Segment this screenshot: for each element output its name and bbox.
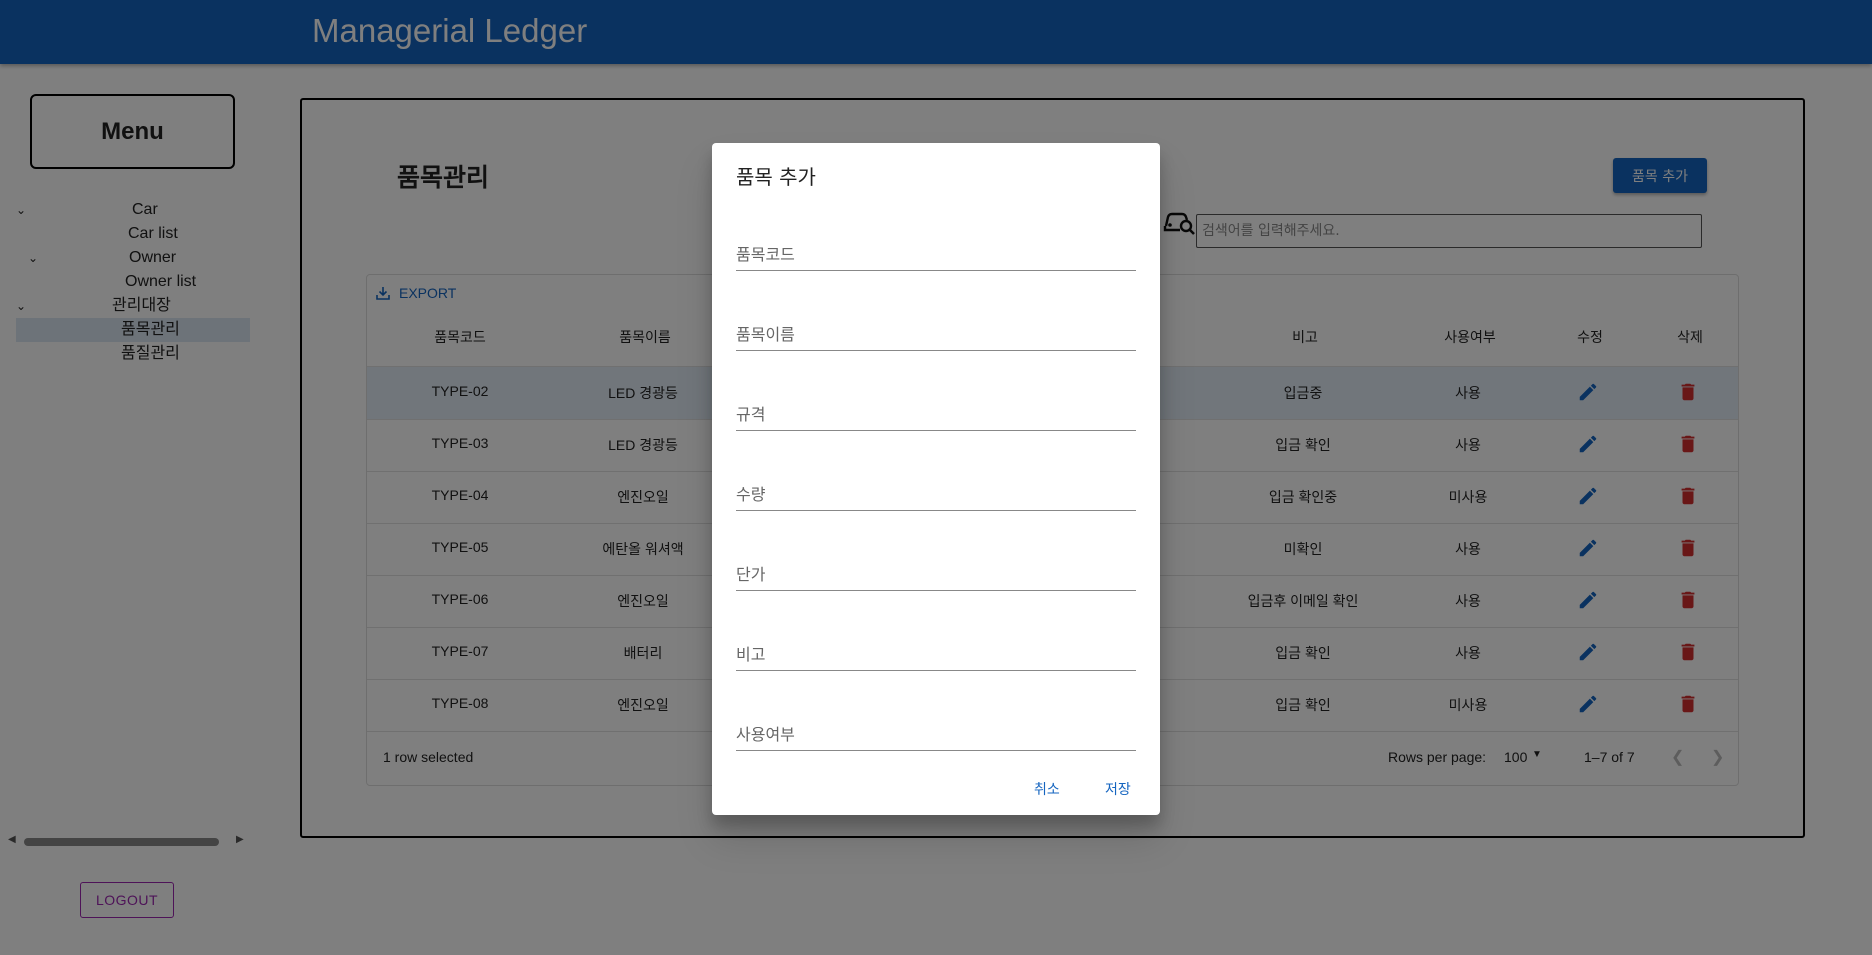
dialog-title: 품목 추가	[736, 165, 816, 189]
add-item-dialog: 품목 추가 품목코드 품목이름 규격 수량 단가 비고 사용여부 취소 저장	[712, 143, 1160, 815]
spec-field[interactable]: 규격	[736, 391, 1136, 431]
field-label: 품목이름	[736, 325, 795, 344]
use-status-field[interactable]: 사용여부	[736, 711, 1136, 751]
quantity-field[interactable]: 수량	[736, 471, 1136, 511]
field-label: 규격	[736, 405, 766, 424]
field-label: 사용여부	[736, 725, 795, 744]
field-label: 수량	[736, 485, 766, 504]
unit-price-field[interactable]: 단가	[736, 551, 1136, 591]
field-label: 단가	[736, 565, 766, 584]
save-button[interactable]: 저장	[1105, 779, 1131, 799]
field-label: 비고	[736, 645, 766, 664]
cancel-button[interactable]: 취소	[1034, 779, 1060, 799]
item-name-field[interactable]: 품목이름	[736, 311, 1136, 351]
note-field[interactable]: 비고	[736, 631, 1136, 671]
field-label: 품목코드	[736, 245, 795, 264]
item-code-field[interactable]: 품목코드	[736, 231, 1136, 271]
